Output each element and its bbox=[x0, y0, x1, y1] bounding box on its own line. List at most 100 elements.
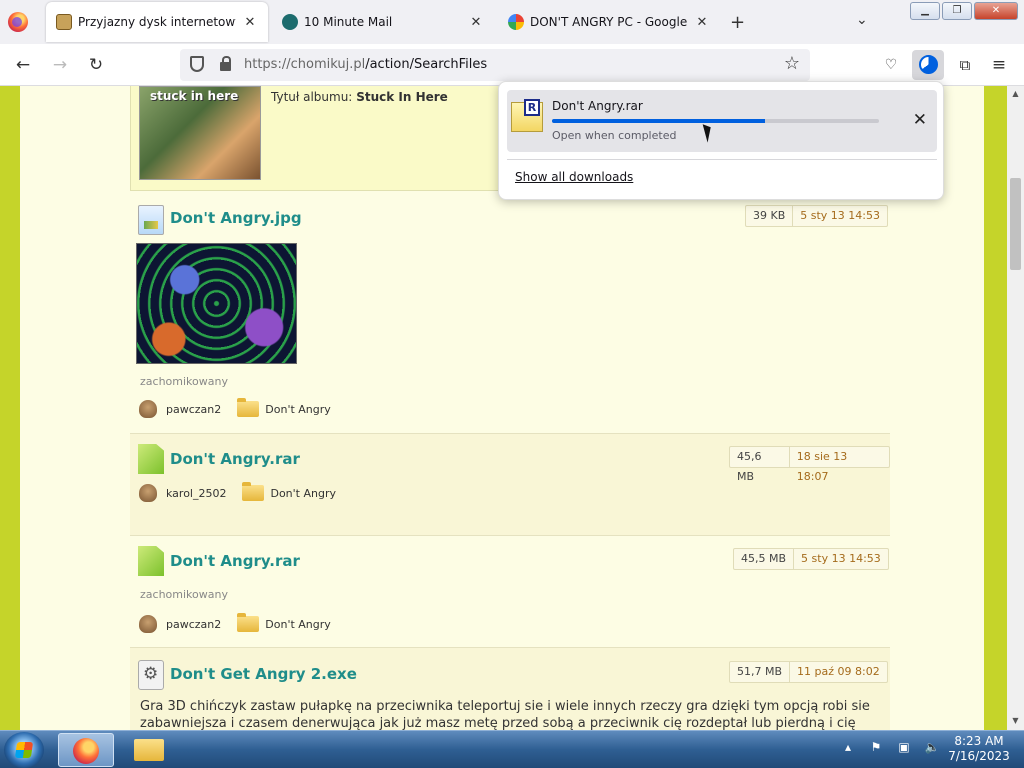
file-size: 39 KB bbox=[746, 206, 794, 226]
show-all-downloads-button[interactable]: Show all downloads bbox=[515, 170, 633, 184]
taskbar-file-explorer[interactable] bbox=[120, 733, 176, 767]
file-title-link[interactable]: Don't Angry.rar bbox=[170, 450, 300, 468]
file-owner: pawczan2 Don't Angry bbox=[139, 398, 331, 418]
pocket-icon[interactable]: ♡ bbox=[880, 54, 902, 76]
file-item-dont-angry-rar-2: Don't Angry.rar 45,5 MB 5 sty 13 14:53 z… bbox=[130, 535, 890, 647]
file-status: zachomikowany bbox=[140, 588, 228, 601]
album-thumb-text: stuck in here bbox=[150, 89, 239, 103]
page-scrollbar[interactable]: ▲ ▼ bbox=[1007, 86, 1024, 730]
file-size: 45,5 MB bbox=[734, 549, 795, 569]
address-bar[interactable]: https://chomikuj.pl/action/SearchFiles ☆ bbox=[180, 49, 810, 81]
file-meta: 39 KB 5 sty 13 14:53 bbox=[745, 205, 889, 227]
owner-name-link[interactable]: pawczan2 bbox=[166, 403, 221, 416]
file-title-link[interactable]: Don't Get Angry 2.exe bbox=[170, 665, 357, 683]
file-owner: karol_2502 Don't Angry bbox=[139, 482, 336, 502]
site-security-lock-icon[interactable] bbox=[220, 56, 231, 71]
close-tab-icon[interactable]: ✕ bbox=[468, 15, 484, 30]
cancel-download-icon[interactable]: ✕ bbox=[913, 110, 927, 130]
firefox-menu-icon[interactable] bbox=[8, 12, 28, 32]
network-icon[interactable]: ▣ bbox=[896, 739, 912, 755]
folder-taskbar-icon bbox=[134, 739, 164, 761]
download-status: Open when completed bbox=[552, 129, 677, 142]
archive-file-icon bbox=[138, 546, 164, 576]
url-host: https://chomikuj.pl bbox=[244, 57, 366, 72]
taskbar-clock[interactable]: 8:23 AM 7/16/2023 bbox=[944, 734, 1014, 764]
firefox-taskbar-icon bbox=[73, 738, 99, 764]
scroll-up-arrow-icon[interactable]: ▲ bbox=[1007, 89, 1024, 98]
chomikuj-favicon-icon bbox=[56, 14, 72, 30]
owner-name-link[interactable]: pawczan2 bbox=[166, 618, 221, 631]
album-label-value[interactable]: Stuck In Here bbox=[356, 90, 448, 104]
tab-title: Przyjazny dysk internetowy - Chomikuj.pl bbox=[78, 15, 236, 29]
file-date: 5 sty 13 14:53 bbox=[800, 209, 881, 222]
album-title: Tytuł albumu: Stuck In Here bbox=[271, 90, 448, 104]
hamster-avatar-icon bbox=[139, 400, 157, 418]
file-meta: 45,5 MB 5 sty 13 14:53 bbox=[733, 548, 889, 570]
file-preview-image[interactable] bbox=[136, 243, 297, 364]
tab-title: DON'T ANGRY PC - Google Search bbox=[530, 15, 688, 29]
extensions-puzzle-icon[interactable]: ⧉ bbox=[954, 54, 976, 76]
google-favicon-icon bbox=[508, 14, 524, 30]
folder-name-link[interactable]: Don't Angry bbox=[265, 618, 331, 631]
window-controls: ▁ ❐ ✕ bbox=[910, 2, 1018, 20]
download-file-name: Don't Angry.rar bbox=[552, 99, 643, 113]
album-thumbnail[interactable]: stuck in here bbox=[139, 86, 261, 180]
download-progress-icon bbox=[919, 55, 938, 74]
panel-divider bbox=[507, 159, 937, 160]
file-status: zachomikowany bbox=[140, 375, 228, 388]
folder-icon bbox=[237, 398, 260, 417]
file-item-dont-get-angry-2-exe: Don't Get Angry 2.exe 51,7 MB 11 paź 09 … bbox=[130, 647, 890, 730]
file-title-link[interactable]: Don't Angry.rar bbox=[170, 552, 300, 570]
bookmark-star-icon[interactable]: ☆ bbox=[784, 53, 800, 74]
hamburger-menu-icon[interactable]: ≡ bbox=[988, 54, 1010, 76]
download-progress-fill bbox=[552, 119, 765, 123]
owner-name-link[interactable]: karol_2502 bbox=[166, 487, 226, 500]
back-arrow-icon[interactable]: ← bbox=[12, 54, 34, 76]
file-date: 18 sie 13 18:07 bbox=[796, 450, 848, 483]
file-item-dont-angry-rar-1: Don't Angry.rar 45,6 MB 18 sie 13 18:07 … bbox=[130, 433, 890, 535]
volume-muted-icon[interactable]: 🔈 bbox=[924, 739, 940, 755]
file-title-link[interactable]: Don't Angry.jpg bbox=[170, 209, 302, 227]
folder-name-link[interactable]: Don't Angry bbox=[265, 403, 331, 416]
tab-strip: Przyjazny dysk internetowy - Chomikuj.pl… bbox=[0, 0, 1024, 44]
file-date: 11 paź 09 8:02 bbox=[797, 665, 880, 678]
executable-file-icon bbox=[138, 660, 164, 690]
hamster-avatar-icon bbox=[139, 484, 157, 502]
download-item[interactable]: R Don't Angry.rar Open when completed ✕ bbox=[507, 90, 937, 152]
close-tab-icon[interactable]: ✕ bbox=[694, 15, 710, 30]
list-all-tabs-chevron-icon[interactable]: ⌄ bbox=[856, 12, 868, 28]
image-file-icon bbox=[138, 205, 164, 235]
download-progress-bar bbox=[552, 119, 879, 123]
tab-chomikuj[interactable]: Przyjazny dysk internetowy - Chomikuj.pl… bbox=[46, 2, 268, 42]
rar-file-icon: R bbox=[511, 99, 543, 132]
downloads-button[interactable] bbox=[912, 50, 944, 80]
restore-window-icon[interactable]: ❐ bbox=[942, 2, 972, 20]
folder-name-link[interactable]: Don't Angry bbox=[270, 487, 336, 500]
new-tab-plus-icon[interactable]: + bbox=[730, 12, 745, 33]
folder-icon bbox=[242, 482, 265, 501]
url-path: /action/SearchFiles bbox=[365, 57, 488, 72]
forward-arrow-icon[interactable]: → bbox=[49, 54, 71, 76]
close-window-icon[interactable]: ✕ bbox=[974, 2, 1018, 20]
minimize-window-icon[interactable]: ▁ bbox=[910, 2, 940, 20]
url-text[interactable]: https://chomikuj.pl/action/SearchFiles bbox=[244, 57, 487, 72]
reload-icon[interactable]: ↻ bbox=[85, 54, 107, 76]
file-description: Gra 3D chińczyk zastaw pułapkę na przeci… bbox=[140, 699, 870, 730]
action-center-flag-icon[interactable]: ⚑ bbox=[868, 739, 884, 755]
rar-letter: R bbox=[524, 99, 540, 116]
close-tab-icon[interactable]: ✕ bbox=[242, 15, 258, 30]
scroll-down-arrow-icon[interactable]: ▼ bbox=[1007, 716, 1024, 725]
downloads-panel: R Don't Angry.rar Open when completed ✕ … bbox=[498, 81, 944, 200]
taskbar-firefox[interactable] bbox=[58, 733, 114, 767]
tab-google-search[interactable]: DON'T ANGRY PC - Google Search ✕ bbox=[498, 0, 720, 44]
scrollbar-thumb[interactable] bbox=[1010, 178, 1021, 270]
ten-minute-mail-favicon-icon bbox=[282, 14, 298, 30]
tracking-protection-shield-icon[interactable] bbox=[190, 56, 204, 72]
clock-time: 8:23 AM bbox=[954, 734, 1004, 748]
folder-icon bbox=[237, 613, 260, 632]
tab-10-minute-mail[interactable]: 10 Minute Mail ✕ bbox=[272, 0, 494, 44]
start-button[interactable] bbox=[4, 732, 44, 768]
file-size: 45,6 MB bbox=[730, 447, 790, 483]
tab-title: 10 Minute Mail bbox=[304, 15, 393, 29]
show-hidden-icons-arrow-icon[interactable]: ▴ bbox=[840, 739, 856, 755]
